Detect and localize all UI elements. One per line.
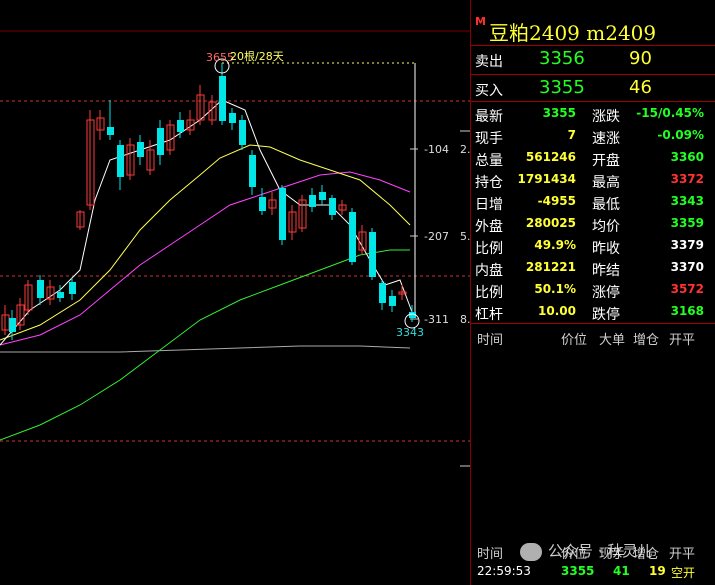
stat-label: 开盘 xyxy=(592,153,620,169)
stat-row: 持仓 1791434 最高 3372 xyxy=(471,169,715,191)
stat-value: 280025 xyxy=(525,216,576,230)
contract-title: M 豆粕2409 m2409 xyxy=(471,14,715,46)
stat-label: 昨收 xyxy=(592,241,620,257)
stat-label: 速涨 xyxy=(592,131,620,147)
candles xyxy=(1,63,416,340)
stat-row: 内盘 281221 昨结 3370 xyxy=(471,257,715,279)
stat-label: 均价 xyxy=(592,219,620,235)
stat-label: 比例 xyxy=(475,241,503,257)
stat-row: 总量 561246 开盘 3360 xyxy=(471,147,715,169)
ma10-line xyxy=(0,144,411,341)
axis-label-3: -311 xyxy=(424,313,449,326)
stat-value: 1791434 xyxy=(517,172,576,186)
stat-label: 日增 xyxy=(475,197,503,213)
stat-row: 外盘 280025 均价 3359 xyxy=(471,213,715,235)
stat-label: 跌停 xyxy=(592,307,620,323)
axis-label-1: -104 xyxy=(424,143,449,156)
stat-label: 最高 xyxy=(592,175,620,191)
ma20-line xyxy=(0,171,411,346)
stat-value: 281221 xyxy=(525,260,576,274)
kline-chart[interactable]: -104 2. -207 5. -311 8. 3655 20根/28天 334… xyxy=(0,0,470,585)
quote-panel: M 豆粕2409 m2409 卖出 3356 90 买入 3355 46 最新 3… xyxy=(470,0,715,585)
svg-text:2.: 2. xyxy=(460,143,470,156)
ma60-line xyxy=(0,249,410,441)
stat-label: 总量 xyxy=(475,153,503,169)
ask-volume: 90 xyxy=(629,48,652,69)
stat-value: 3370 xyxy=(670,260,704,274)
stat-row: 最新 3355 涨跌 -15/0.45% xyxy=(471,103,715,125)
stat-label: 涨跌 xyxy=(592,109,620,125)
stat-label: 涨停 xyxy=(592,285,620,301)
interval-label: 20根/28天 xyxy=(230,49,284,63)
ma120-line xyxy=(0,345,411,353)
contract-name[interactable]: 豆粕2409 m2409 xyxy=(489,17,656,46)
stat-label: 比例 xyxy=(475,285,503,301)
sell-quote[interactable]: 卖出 3356 90 xyxy=(471,47,715,73)
stat-label: 最新 xyxy=(475,109,503,125)
axis-label-2: -207 xyxy=(424,230,449,243)
stat-value: 3360 xyxy=(670,150,704,164)
tick-table-header: 时间 价位 大单 增仓 开平 xyxy=(477,333,696,348)
stat-value: 561246 xyxy=(525,150,576,164)
stat-value: -0.09% xyxy=(657,128,704,142)
stat-label: 外盘 xyxy=(475,219,503,235)
stat-label: 现手 xyxy=(475,131,503,147)
stat-value: 7 xyxy=(567,128,576,142)
stat-value: 3343 xyxy=(670,194,704,208)
ask-price: 3356 xyxy=(539,48,585,69)
bid-price: 3355 xyxy=(539,77,585,98)
bid-volume: 46 xyxy=(629,77,652,98)
tick-row: 22:59:53 3355 41 19 空开 xyxy=(477,564,696,580)
stat-label: 杠杆 xyxy=(475,307,503,323)
watermark: 公众号 · 秋灵儿 xyxy=(520,540,652,561)
stat-row: 比例 50.1% 涨停 3572 xyxy=(471,279,715,301)
stat-value: 3359 xyxy=(670,216,704,230)
stat-label: 持仓 xyxy=(475,175,503,191)
stat-value: -4955 xyxy=(537,194,576,208)
stat-value: 3355 xyxy=(542,106,576,120)
stat-value: -15/0.45% xyxy=(636,106,704,120)
low-price-label: 3343 xyxy=(396,326,424,339)
market-badge: M xyxy=(475,15,486,28)
stat-value: 10.00 xyxy=(538,304,576,318)
stat-value: 3379 xyxy=(670,238,704,252)
stat-value: 49.9% xyxy=(534,238,576,252)
buy-quote[interactable]: 买入 3355 46 xyxy=(471,76,715,102)
stat-row: 杠杆 10.00 跌停 3168 xyxy=(471,301,715,323)
stat-label: 昨结 xyxy=(592,263,620,279)
svg-text:5.: 5. xyxy=(460,230,470,243)
stat-value: 3572 xyxy=(670,282,704,296)
stat-row: 日增 -4955 最低 3343 xyxy=(471,191,715,213)
svg-text:8.: 8. xyxy=(460,313,470,326)
stat-label: 内盘 xyxy=(475,263,503,279)
stat-value: 3168 xyxy=(670,304,704,318)
stat-value: 3372 xyxy=(670,172,704,186)
stat-label: 最低 xyxy=(592,197,620,213)
stat-value: 50.1% xyxy=(534,282,576,296)
stat-row: 现手 7 速涨 -0.09% xyxy=(471,125,715,147)
wechat-icon xyxy=(520,542,542,561)
stat-row: 比例 49.9% 昨收 3379 xyxy=(471,235,715,257)
